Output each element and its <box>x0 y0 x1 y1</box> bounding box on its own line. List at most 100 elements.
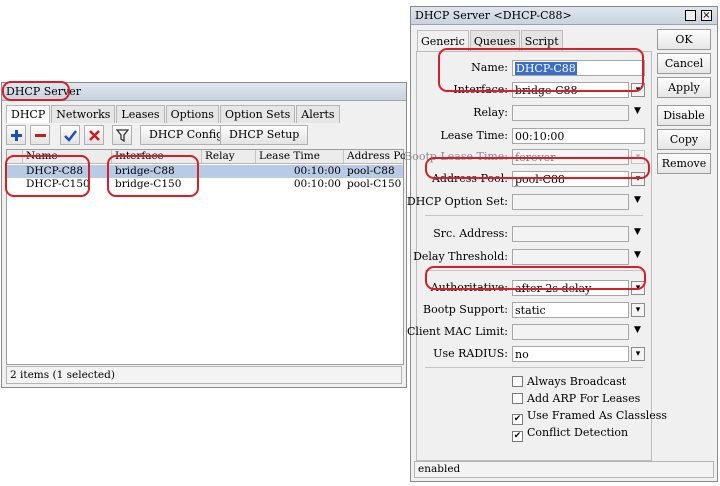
tab-generic[interactable]: Generic <box>417 30 469 52</box>
address-pool-select[interactable]: pool-C88 <box>512 171 629 187</box>
row-interface: bridge-C150 <box>115 178 182 190</box>
use-radius-select[interactable]: no <box>512 346 629 362</box>
ok-button[interactable]: OK <box>657 29 711 50</box>
dhcp-option-set-label: DHCP Option Set: <box>406 195 508 208</box>
add-arp-for-leases-checkbox[interactable]: Add ARP For Leases <box>512 392 640 405</box>
conflict-detection-checkbox[interactable]: ✔ Conflict Detection <box>512 426 628 442</box>
always-broadcast-checkbox[interactable]: Always Broadcast <box>512 375 626 388</box>
generic-panel: Name: DHCP-C88 Interface: bridge-C88 ▾ R… <box>404 51 667 461</box>
address-pool-dropdown-icon[interactable]: ▾ <box>631 172 645 186</box>
column-header-address-pool[interactable]: Address Pool <box>344 150 405 163</box>
close-icon[interactable]: × <box>701 10 712 21</box>
disable-button[interactable] <box>84 125 104 145</box>
tab-option-sets[interactable]: Option Sets <box>219 105 296 123</box>
checkmark-icon[interactable]: ✔ <box>512 431 523 442</box>
row-interface: bridge-C88 <box>115 165 175 177</box>
dhcp-option-set-dropdown-icon[interactable]: ▼ <box>634 195 641 205</box>
src-address-label: Src. Address: <box>433 227 508 240</box>
checkmark-icon[interactable]: ✔ <box>512 414 523 425</box>
dhcp-config-button[interactable]: DHCP Config <box>140 125 233 145</box>
enable-button[interactable] <box>60 125 80 145</box>
client-mac-limit-dropdown-icon[interactable]: ▼ <box>634 325 641 335</box>
dhcp-option-set-field[interactable] <box>512 194 629 210</box>
bootp-support-select[interactable]: static <box>512 302 629 318</box>
remove-button[interactable] <box>30 125 50 145</box>
dhcp-server-edit-window: DHCP Server <DHCP-C88> × Generic Queues … <box>404 6 718 482</box>
x-icon <box>89 130 100 141</box>
column-header-flags[interactable] <box>7 150 23 163</box>
interface-select[interactable]: bridge-C88 <box>512 82 629 98</box>
bootp-lease-time-dropdown-icon: ▾ <box>631 150 645 164</box>
lease-time-label: Lease Time: <box>440 129 508 142</box>
edit-window-titlebar[interactable]: DHCP Server <DHCP-C88> × <box>411 7 717 25</box>
checkbox-box[interactable] <box>512 376 523 387</box>
bootp-lease-time-label: Bootp Lease Time: <box>404 150 508 163</box>
table-header: Name Interface Relay Lease Time Address … <box>7 150 405 164</box>
remove-button[interactable]: Remove <box>657 153 711 174</box>
column-header-lease-time[interactable]: Lease Time <box>256 150 344 163</box>
bootp-support-label: Bootp Support: <box>423 303 508 316</box>
column-header-name[interactable]: Name <box>23 150 112 163</box>
tab-options[interactable]: Options <box>165 105 219 123</box>
status-bar: 2 items (1 selected) <box>6 366 402 384</box>
filter-icon <box>116 129 129 142</box>
apply-button[interactable]: Apply <box>657 77 711 98</box>
bootp-support-dropdown-icon[interactable]: ▾ <box>631 303 645 317</box>
relay-label: Relay: <box>473 106 508 119</box>
copy-button[interactable]: Copy <box>657 129 711 150</box>
tab-queues[interactable]: Queues <box>469 30 520 51</box>
tab-networks[interactable]: Networks <box>51 105 116 123</box>
dhcp-server-table: Name Interface Relay Lease Time Address … <box>6 149 405 365</box>
row-lease-time: 00:10:00 <box>293 165 341 177</box>
maximize-icon[interactable] <box>685 10 696 21</box>
name-label: Name: <box>471 61 508 74</box>
checkbox-label: Add ARP For Leases <box>527 392 641 405</box>
src-address-field[interactable] <box>512 226 629 242</box>
dhcp-server-titlebar[interactable]: DHCP Server <box>2 83 406 101</box>
dhcp-setup-button[interactable]: DHCP Setup <box>220 125 309 145</box>
row-relay <box>202 165 205 178</box>
status-text: 2 items (1 selected) <box>10 369 115 381</box>
row-lease-time: 00:10:00 <box>293 178 341 190</box>
lease-time-field[interactable]: 00:10:00 <box>512 128 645 144</box>
status-bar: enabled <box>414 461 714 478</box>
authoritative-dropdown-icon[interactable]: ▾ <box>631 281 645 295</box>
authoritative-label: Authoritative: <box>430 281 508 294</box>
tab-script[interactable]: Script <box>520 30 563 51</box>
delay-threshold-field[interactable] <box>512 249 629 265</box>
row-name: DHCP-C150 <box>26 178 90 190</box>
name-field[interactable]: DHCP-C88 <box>512 60 645 76</box>
use-framed-as-classless-checkbox[interactable]: ✔ Use Framed As Classless <box>512 409 667 425</box>
client-mac-limit-field[interactable] <box>512 324 629 340</box>
tab-dhcp[interactable]: DHCP <box>6 105 51 123</box>
client-mac-limit-label: Client MAC Limit: <box>407 325 508 338</box>
src-address-dropdown-icon[interactable]: ▼ <box>634 227 641 237</box>
filter-button[interactable] <box>112 125 132 145</box>
section-divider <box>425 215 643 216</box>
column-header-relay[interactable]: Relay <box>202 150 256 163</box>
name-value: DHCP-C88 <box>515 62 577 75</box>
interface-dropdown-icon[interactable]: ▾ <box>631 83 645 97</box>
disable-button[interactable]: Disable <box>657 105 711 126</box>
tab-alerts[interactable]: Alerts <box>296 105 340 123</box>
row-name: DHCP-C88 <box>26 165 84 177</box>
address-pool-label: Address Pool: <box>431 172 508 185</box>
use-radius-dropdown-icon[interactable]: ▾ <box>631 347 645 361</box>
relay-field[interactable] <box>512 105 629 121</box>
row-address-pool: pool-C88 <box>347 165 395 177</box>
checkbox-box[interactable] <box>512 393 523 404</box>
column-header-interface[interactable]: Interface <box>112 150 202 163</box>
checkbox-label: Use Framed As Classless <box>527 409 668 422</box>
tab-leases[interactable]: Leases <box>116 105 165 123</box>
table-row[interactable]: DHCP-C88 bridge-C88 00:10:00 pool-C88 <box>7 165 403 178</box>
section-divider <box>425 367 643 368</box>
interface-label: Interface: <box>453 83 508 96</box>
delay-threshold-dropdown-icon[interactable]: ▼ <box>634 250 641 260</box>
relay-dropdown-icon[interactable]: ▼ <box>634 106 641 116</box>
add-button[interactable] <box>6 125 26 145</box>
dhcp-server-window: DHCP Server DHCP Networks Leases Options… <box>1 82 407 388</box>
cancel-button[interactable]: Cancel <box>657 53 711 74</box>
table-row[interactable]: DHCP-C150 bridge-C150 00:10:00 pool-C150 <box>7 178 403 191</box>
authoritative-select[interactable]: after 2s delay <box>512 280 629 296</box>
section-divider <box>425 270 643 271</box>
